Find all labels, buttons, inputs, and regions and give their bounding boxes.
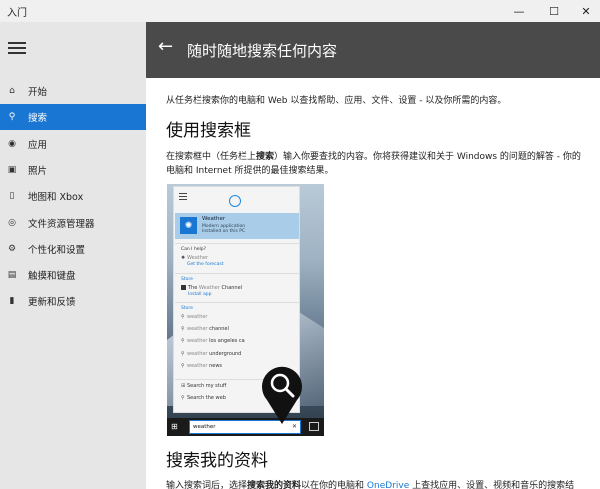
suggestion-item: ⚲ weather: [181, 314, 208, 320]
suggestion-item: ⚲ weather channel: [181, 326, 229, 332]
suggestion-query: weather: [187, 338, 208, 345]
help-item: ✹ Weather: [181, 255, 208, 261]
sidebar-item-label: 触摸和键盘: [28, 271, 76, 283]
suggestion-query: weather: [187, 314, 208, 320]
store-heading: Store: [181, 277, 193, 282]
suggestion-completion: los angeles ca: [207, 338, 245, 345]
search-web-text: Search the web: [187, 395, 226, 401]
back-arrow-icon[interactable]: ←: [158, 36, 173, 57]
sidebar-item-label: 更新和反馈: [28, 297, 76, 309]
weather-result-card: ✺ Weather Modern application Installed on…: [175, 213, 299, 239]
store-heading-2: Store: [181, 306, 193, 311]
close-button[interactable]: ✕: [569, 0, 600, 22]
search-value: weather: [193, 424, 216, 430]
panel-hamburger-icon: [179, 193, 187, 202]
suggestion-completion: channel: [207, 326, 229, 333]
cortana-circle-icon: [229, 195, 241, 207]
home-icon: ⌂: [9, 86, 15, 96]
settings-icon: ⚙: [7, 243, 17, 254]
section-heading-search-my-stuff: 搜索我的资料: [166, 451, 268, 471]
para-text: 上查找应用、设置、视频和音乐的搜索结: [409, 481, 575, 489]
sidebar-item-5[interactable]: ◎ 文件资源管理器: [0, 210, 146, 236]
divider: [175, 273, 299, 274]
sidebar-item-label: 搜索: [28, 113, 48, 125]
magnifier-callout-icon: [262, 366, 302, 424]
search-my-stuff-text: Search my stuff: [187, 383, 227, 389]
suggestion-completion: news: [207, 362, 223, 369]
feedback-icon: ▮: [9, 296, 15, 307]
help-heading: Can I help?: [181, 247, 207, 252]
sidebar-item-label: 开始: [28, 87, 48, 98]
sidebar: ⌂ 开始 ⚲ 搜索 ◉ 应用 ▣ 照片 ▯ 地图和 Xbox ◎ 文件资源管理器 ⚙ 个性化和设置 ▤ 触摸和…: [0, 22, 146, 489]
window-title: 入门: [7, 8, 27, 19]
store-link: Install app: [188, 292, 212, 297]
suggestion-query: weather: [187, 362, 208, 369]
section-paragraph-search-my-stuff: 输入搜索词后，选择搜索我的资料以在你的电脑和 OneDrive 上查找应用、设置…: [166, 478, 586, 489]
sidebar-item-3[interactable]: ▣ 照片: [0, 157, 146, 183]
weather-app-icon: ✺: [180, 217, 197, 234]
para-text: 输入搜索词后，选择: [166, 481, 248, 489]
store-app-icon: [181, 285, 186, 290]
section-heading-search-box: 使用搜索框: [166, 121, 251, 141]
search-icon: ⚲: [8, 112, 16, 123]
search-my-stuff-item: ⊞ Search my stuff: [181, 383, 226, 389]
weather-subtitle: Modern application Installed on this PC: [202, 224, 245, 234]
start-windows-icon: ⊞: [171, 422, 178, 431]
section-paragraph-search-box: 在搜索框中（任务栏上搜索）输入你要查找的内容。你将获得建议和关于 Windows…: [166, 150, 586, 178]
maximize-button[interactable]: ☐: [537, 0, 571, 22]
intro-text: 从任务栏搜索你的电脑和 Web 以查找帮助、应用、文件、设置 - 以及你所需的内…: [166, 96, 507, 106]
sidebar-item-label: 照片: [28, 165, 48, 177]
search-screenshot-illustration: ✺ Weather Modern application Installed on…: [167, 184, 324, 436]
hamburger-menu-icon[interactable]: [8, 42, 26, 56]
page-title: 随时随地搜索任何内容: [187, 42, 338, 60]
onedrive-link[interactable]: OneDrive: [367, 481, 409, 489]
main-content: 从任务栏搜索你的电脑和 Web 以查找帮助、应用、文件、设置 - 以及你所需的内…: [146, 78, 600, 489]
divider: [175, 302, 299, 303]
sidebar-item-label: 地图和 Xbox: [28, 192, 84, 204]
suggestion-query: weather: [187, 326, 208, 333]
sidebar-item-2[interactable]: ◉ 应用: [0, 131, 146, 157]
suggestion-query: weather: [187, 350, 208, 357]
page-header: ← 随时随地搜索任何内容: [146, 22, 600, 78]
store-item: The Weather Channel: [181, 285, 242, 291]
photos-icon: ▣: [7, 164, 17, 175]
sidebar-item-label: 个性化和设置: [28, 244, 86, 256]
weather-title: Weather: [202, 216, 226, 222]
suggestion-item: ⚲ weather los angeles ca: [181, 338, 245, 344]
help-link: Get the forecast: [187, 262, 224, 267]
help-item-text: Weather: [187, 255, 209, 261]
sidebar-item-1[interactable]: ⚲ 搜索: [0, 104, 146, 131]
sidebar-item-7[interactable]: ▤ 触摸和键盘: [0, 262, 146, 288]
para-text: 在搜索框中（任务栏上: [166, 152, 257, 162]
sidebar-item-label: 应用: [28, 139, 48, 151]
sidebar-item-4[interactable]: ▯ 地图和 Xbox: [0, 183, 146, 209]
task-view-icon: [309, 422, 319, 431]
search-web-item: ⚲ Search the web: [181, 395, 226, 401]
weather-sub2: Installed on this PC: [202, 229, 246, 234]
divider: [175, 243, 299, 244]
sidebar-item-6[interactable]: ⚙ 个性化和设置: [0, 236, 146, 262]
sidebar-item-8[interactable]: ▮ 更新和反馈: [0, 288, 146, 314]
suggestion-completion: underground: [207, 350, 242, 357]
para-bold-text: 搜索: [256, 152, 275, 162]
store-item-text: Weather: [198, 285, 220, 291]
xbox-icon: ▯: [9, 191, 15, 202]
minimize-button[interactable]: —: [502, 0, 536, 22]
suggestion-item: ⚲ weather news: [181, 363, 222, 369]
sidebar-item-label: 文件资源管理器: [28, 218, 95, 230]
apps-icon: ◉: [8, 138, 16, 149]
store-item-text: Channel: [219, 285, 243, 291]
title-bar: 入门 — ☐ ✕: [0, 0, 600, 22]
file-explorer-icon: ◎: [8, 217, 16, 228]
para-text: 以在你的电脑和: [301, 481, 367, 489]
keyboard-icon: ▤: [7, 270, 17, 281]
sidebar-item-0[interactable]: ⌂ 开始: [0, 78, 146, 104]
suggestion-item: ⚲ weather underground: [181, 351, 241, 357]
para-bold-text: 搜索我的资料: [247, 481, 302, 489]
store-item-text: The: [188, 285, 199, 291]
